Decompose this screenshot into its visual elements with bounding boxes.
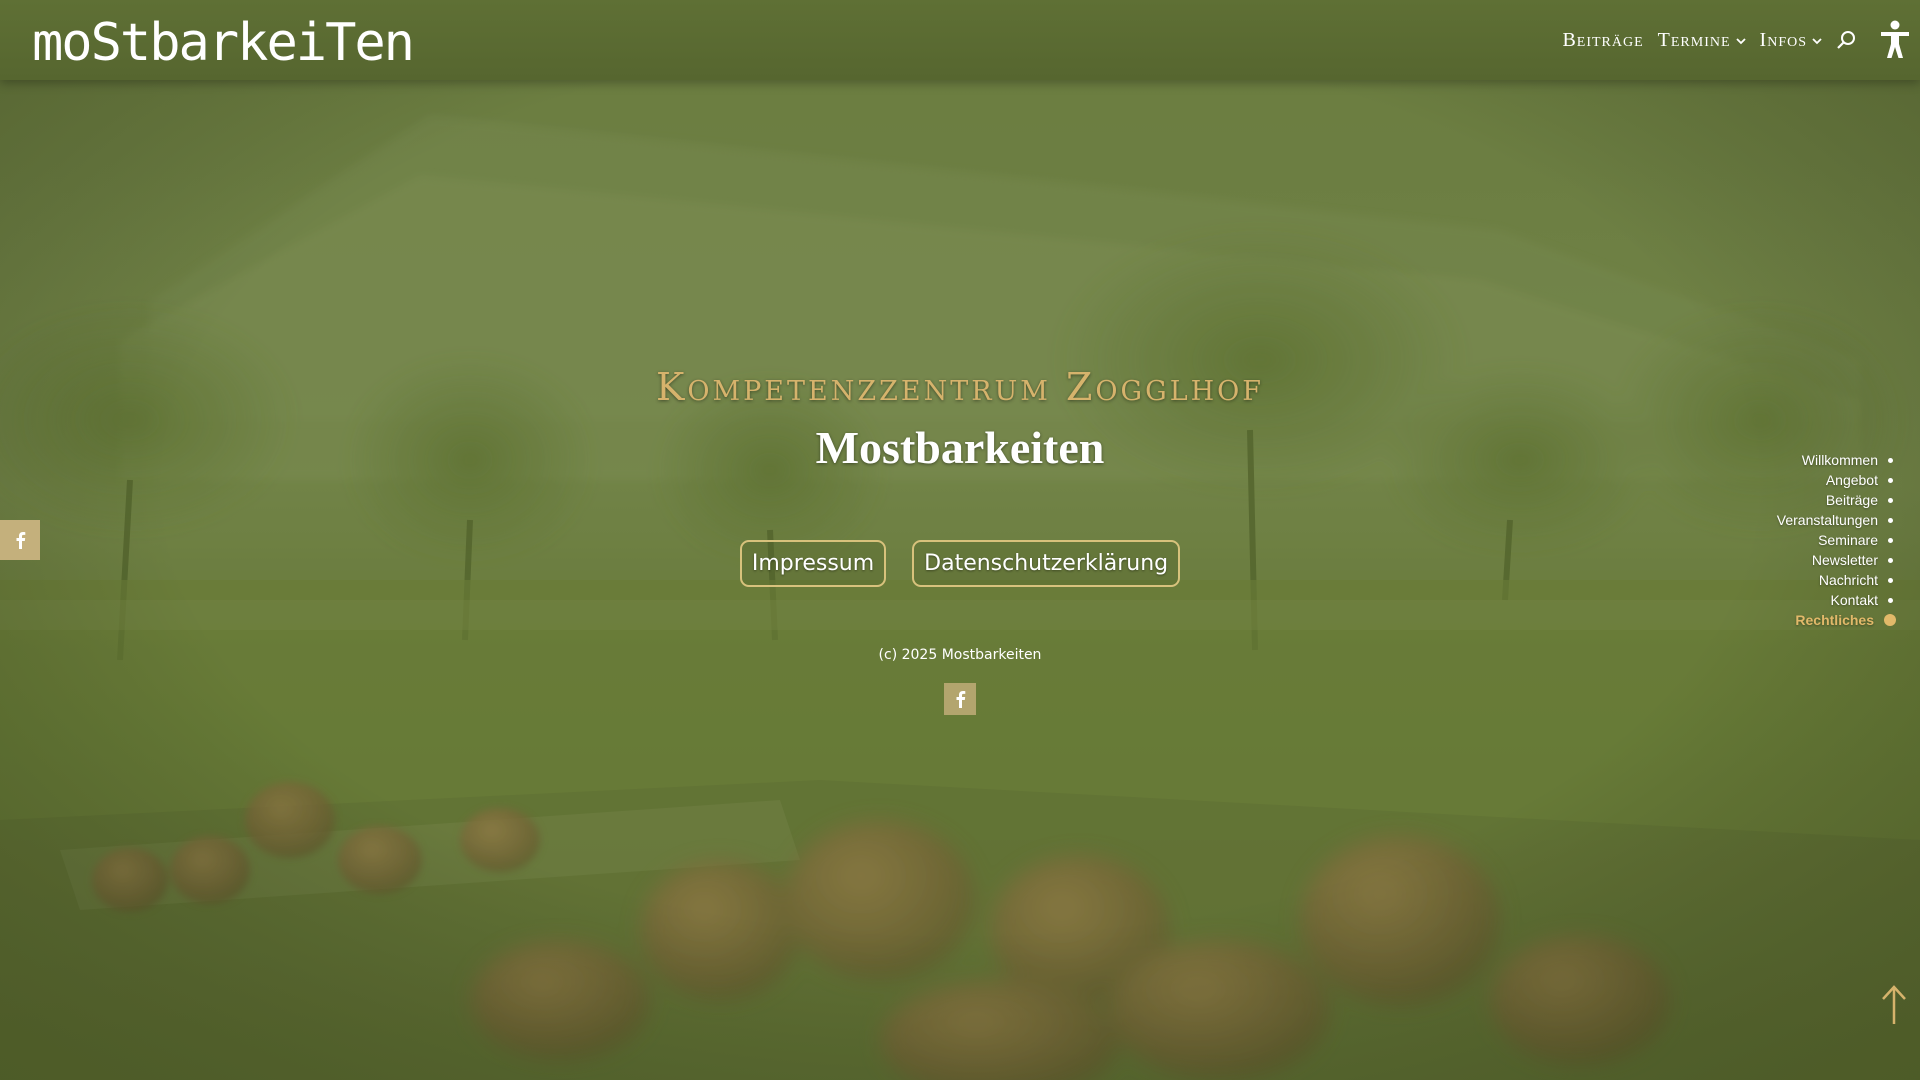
dotnav-dot xyxy=(1888,577,1893,583)
dotnav-label: Angebot xyxy=(1825,472,1878,488)
dotnav-label: Kontakt xyxy=(1830,592,1878,608)
chevron-down-icon xyxy=(1812,38,1822,45)
dotnav-dot xyxy=(1888,557,1893,563)
dotnav-label: Seminare xyxy=(1818,532,1878,548)
nav-item-label: Termine xyxy=(1657,28,1731,51)
impressum-button[interactable]: Impressum xyxy=(739,540,887,587)
hero-section: Kompetenzzentrum Zogglhof Mostbarkeiten … xyxy=(0,360,1920,715)
dotnav-item-kontakt[interactable]: Kontakt xyxy=(1777,590,1896,610)
copyright-text: (c) 2025 Mostbarkeiten xyxy=(878,647,1042,663)
dotnav-label: Nachricht xyxy=(1818,572,1878,588)
legal-buttons: Impressum Datenschutzerklärung xyxy=(0,540,1920,587)
dotnav-dot xyxy=(1888,457,1893,463)
dotnav-label: Newsletter xyxy=(1811,552,1878,568)
svg-text:moStbarkeiTen: moStbarkeiTen xyxy=(32,13,413,73)
hero-kicker: Kompetenzzentrum Zogglhof xyxy=(655,365,1265,409)
dotnav-item-willkommen[interactable]: Willkommen xyxy=(1777,450,1896,470)
dotnav-dot xyxy=(1888,477,1893,483)
accessibility-icon[interactable] xyxy=(1878,20,1912,60)
dotnav-label: Beiträge xyxy=(1825,492,1878,508)
dotnav-label: Rechtliches xyxy=(1795,612,1874,628)
page: moStbarkeiTen Beiträge Termine Infos Kom… xyxy=(0,0,1920,1080)
nav-item-beitraege[interactable]: Beiträge xyxy=(1562,29,1643,52)
dotnav-item-angebot[interactable]: Angebot xyxy=(1777,470,1896,490)
dotnav-dot xyxy=(1888,517,1893,523)
nav-item-label: Infos xyxy=(1759,28,1807,51)
section-dot-nav: Willkommen Angebot Beiträge Veranstaltun… xyxy=(1777,450,1896,630)
dotnav-label: Willkommen xyxy=(1801,452,1878,468)
page-title: Mostbarkeiten xyxy=(815,422,1105,473)
dotnav-item-rechtliches[interactable]: Rechtliches xyxy=(1777,610,1896,630)
dotnav-item-beitraege[interactable]: Beiträge xyxy=(1777,490,1896,510)
facebook-icon xyxy=(956,691,966,708)
nav-item-infos[interactable]: Infos xyxy=(1760,29,1822,52)
nav-item-termine[interactable]: Termine xyxy=(1658,29,1746,52)
datenschutz-button[interactable]: Datenschutzerklärung xyxy=(912,540,1181,587)
dotnav-dot xyxy=(1888,597,1893,603)
arrow-up-icon[interactable] xyxy=(1880,984,1908,1026)
chevron-down-icon xyxy=(1735,38,1746,45)
dotnav-dot-active xyxy=(1884,614,1896,626)
dotnav-item-nachricht[interactable]: Nachricht xyxy=(1777,570,1896,590)
search-icon[interactable] xyxy=(1836,29,1858,51)
dotnav-item-veranstaltungen[interactable]: Veranstaltungen xyxy=(1777,510,1896,530)
dotnav-item-seminare[interactable]: Seminare xyxy=(1777,530,1896,550)
site-header: moStbarkeiTen Beiträge Termine Infos xyxy=(0,0,1920,80)
dotnav-item-newsletter[interactable]: Newsletter xyxy=(1777,550,1896,570)
dotnav-dot xyxy=(1888,537,1893,543)
main-nav: Beiträge Termine Infos xyxy=(1548,0,1920,80)
facebook-icon xyxy=(16,532,26,549)
site-logo[interactable]: moStbarkeiTen xyxy=(32,4,432,74)
side-facebook-button[interactable] xyxy=(0,520,40,560)
nav-item-label: Beiträge xyxy=(1562,28,1644,51)
dotnav-dot xyxy=(1888,497,1893,503)
facebook-link[interactable] xyxy=(944,683,976,715)
dotnav-label: Veranstaltungen xyxy=(1776,512,1878,528)
